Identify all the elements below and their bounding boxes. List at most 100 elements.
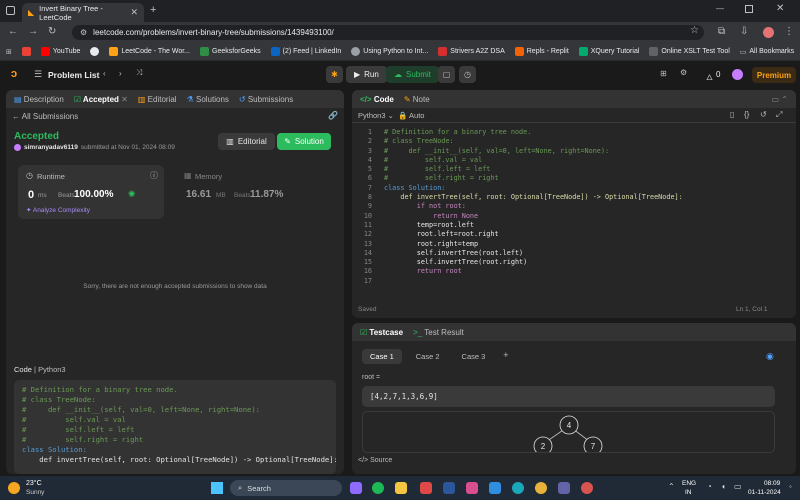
bookmark-python[interactable]: Using Python to Int... bbox=[351, 47, 428, 56]
case-tab-2[interactable]: Case 2 bbox=[408, 349, 448, 364]
username[interactable]: simranyadav6119 bbox=[24, 144, 78, 151]
editorial-button[interactable]: ▥ Editorial bbox=[218, 133, 275, 150]
tab-submissions[interactable]: ↺ Submissions bbox=[239, 95, 293, 104]
reload-icon[interactable]: ↻ bbox=[48, 26, 56, 37]
solution-button[interactable]: ✎ Solution bbox=[277, 133, 331, 150]
wifi-icon[interactable]: ◔ bbox=[707, 482, 712, 491]
copilot-icon[interactable] bbox=[350, 482, 362, 494]
close-window-icon[interactable]: ✕ bbox=[776, 3, 784, 14]
bookmark-xslt[interactable]: Online XSLT Test Tool bbox=[649, 47, 730, 56]
tab-solutions[interactable]: ⚗ Solutions bbox=[187, 95, 229, 104]
tab-editorial[interactable]: ▥ Editorial bbox=[138, 95, 177, 104]
bookmark-youtube[interactable]: YouTube bbox=[40, 47, 80, 56]
tab-description[interactable]: ▤ Description bbox=[14, 95, 64, 104]
fullscreen-icon[interactable]: ⤢ bbox=[776, 110, 782, 120]
user-avatar[interactable] bbox=[732, 69, 743, 80]
spotify-icon[interactable] bbox=[372, 482, 384, 494]
premium-button[interactable]: Premium bbox=[752, 67, 796, 83]
format-icon[interactable]: {} bbox=[744, 110, 749, 119]
layout-icon[interactable]: ⊞ bbox=[660, 69, 667, 78]
bookmark-leetcode[interactable]: LeetCode - The Wor... bbox=[109, 47, 190, 56]
language-select[interactable]: Python3 ⌄ bbox=[358, 111, 394, 120]
tab-search-icon[interactable] bbox=[6, 6, 15, 15]
word-icon[interactable] bbox=[443, 482, 455, 494]
downloads-icon[interactable]: ⇩ bbox=[740, 26, 748, 37]
bookmark-linkedin[interactable]: (2) Feed | LinkedIn bbox=[270, 47, 341, 56]
tab-test-result[interactable]: >_ Test Result bbox=[413, 328, 464, 337]
battery-icon[interactable]: ▭ bbox=[734, 482, 742, 491]
extensions-icon[interactable]: ⧉ bbox=[718, 26, 725, 37]
close-tab-icon[interactable]: ✕ bbox=[130, 7, 138, 18]
tab-code[interactable]: </> Code bbox=[360, 95, 394, 104]
file-explorer-icon[interactable] bbox=[395, 482, 407, 494]
source-toggle[interactable]: </> Source bbox=[358, 457, 392, 464]
analyze-complexity-link[interactable]: ✦ Analyze Complexity bbox=[26, 206, 90, 214]
browser-menu-icon[interactable]: ⋮ bbox=[784, 26, 794, 37]
panel-options-icon[interactable]: ▭ ⌃ bbox=[772, 95, 788, 104]
leetcode-logo-icon[interactable]: ↄ bbox=[11, 68, 17, 80]
back-icon[interactable]: ← bbox=[8, 26, 18, 37]
lang-ind-1[interactable]: ENG bbox=[682, 480, 696, 487]
runtime-card[interactable]: ◷ Runtime ⓘ 0 ms Beats 100.00% ✺ ✦ Analy… bbox=[18, 165, 164, 219]
auto-toggle[interactable]: 🔒 Auto bbox=[398, 111, 424, 120]
volume-icon[interactable]: ◖ bbox=[721, 482, 726, 491]
bookmark-star-icon[interactable]: ☆ bbox=[690, 25, 699, 36]
next-problem-icon[interactable]: › bbox=[119, 69, 122, 78]
sun-weather-icon[interactable] bbox=[8, 482, 20, 494]
bookmark-strivers[interactable]: Strivers A2Z DSA bbox=[438, 47, 505, 56]
run-button[interactable]: ▶ Run bbox=[346, 66, 387, 83]
taskbar-search[interactable]: ⌕ Search bbox=[230, 480, 342, 496]
bookmark-gmail[interactable] bbox=[21, 47, 31, 56]
all-submissions-link[interactable]: ← All Submissions bbox=[12, 112, 78, 121]
forward-icon[interactable]: → bbox=[28, 26, 38, 37]
prev-problem-icon[interactable]: ‹ bbox=[103, 69, 106, 78]
settings-icon[interactable]: ⚙ bbox=[680, 68, 687, 77]
case-tab-1[interactable]: Case 1 bbox=[362, 349, 402, 364]
bookmark-replit[interactable]: Repls - Replit bbox=[514, 47, 569, 56]
memory-card[interactable]: ▦ Memory 16.61 MB Beats 11.87% bbox=[176, 165, 326, 219]
submit-button[interactable]: ☁ Submit bbox=[386, 66, 439, 83]
apps-grid-icon[interactable]: ⊞ bbox=[6, 48, 12, 56]
mail-icon[interactable] bbox=[420, 482, 432, 494]
timer-icon[interactable]: ◷ bbox=[459, 66, 476, 83]
tray-chevron-icon[interactable]: ⌃ bbox=[668, 482, 675, 491]
windows-start-icon[interactable] bbox=[211, 482, 223, 494]
reset-icon[interactable]: ↺ bbox=[760, 110, 767, 119]
teams-icon[interactable] bbox=[558, 482, 570, 494]
visibility-icon[interactable]: ◉ bbox=[766, 351, 774, 362]
notification-icon[interactable]: ◦ bbox=[789, 482, 792, 491]
chrome-icon[interactable] bbox=[535, 482, 547, 494]
streak-icon[interactable]: 🜂 bbox=[706, 68, 713, 85]
bookmark-xquery[interactable]: XQuery Tutorial bbox=[578, 47, 639, 56]
link-icon[interactable]: 🔗 bbox=[328, 111, 338, 120]
tab-testcase[interactable]: ☑ Testcase bbox=[360, 328, 403, 337]
site-info-icon[interactable]: ⚙ bbox=[80, 28, 87, 37]
maximize-icon[interactable] bbox=[745, 5, 753, 13]
url-input[interactable]: ⚙ leetcode.com/problems/invert-binary-tr… bbox=[72, 25, 704, 40]
tab-accepted[interactable]: ☑ Accepted ✕ bbox=[74, 95, 128, 104]
add-case-icon[interactable]: + bbox=[499, 349, 512, 364]
bookmark-icon[interactable]: ▯ bbox=[730, 110, 734, 119]
note-icon[interactable]: ▢ bbox=[438, 66, 455, 83]
input-field[interactable]: [4,2,7,1,3,6,9] bbox=[362, 386, 775, 407]
browser-tab[interactable]: ◣ Invert Binary Tree - LeetCode ✕ bbox=[22, 3, 144, 22]
case-tab-3[interactable]: Case 3 bbox=[454, 349, 494, 364]
problem-list-icon[interactable]: ☰ bbox=[34, 69, 42, 80]
chrome-profile-icon[interactable] bbox=[581, 482, 593, 494]
bookmark-github[interactable] bbox=[90, 47, 100, 56]
code-editor[interactable]: 1 # Definition for a binary tree node. 2 #… bbox=[358, 128, 788, 288]
vscode-icon[interactable] bbox=[489, 482, 501, 494]
clock-time[interactable]: 08:09 bbox=[764, 480, 780, 487]
profile-avatar[interactable] bbox=[763, 27, 774, 38]
bookmark-gfg[interactable]: GeeksforGeeks bbox=[200, 47, 261, 56]
shuffle-icon[interactable]: ⤨ bbox=[136, 68, 142, 78]
edge-icon[interactable] bbox=[512, 482, 524, 494]
info-icon[interactable]: ⓘ bbox=[150, 170, 158, 181]
minimize-icon[interactable]: — bbox=[716, 4, 724, 13]
photos-icon[interactable] bbox=[466, 482, 478, 494]
debug-button[interactable]: ✱ bbox=[326, 66, 343, 83]
close-icon[interactable]: ✕ bbox=[121, 95, 128, 104]
tab-note[interactable]: ✎ Note bbox=[404, 95, 430, 104]
new-tab-icon[interactable]: + bbox=[150, 4, 156, 16]
bookmark-all[interactable]: ▭ All Bookmarks bbox=[740, 48, 794, 56]
